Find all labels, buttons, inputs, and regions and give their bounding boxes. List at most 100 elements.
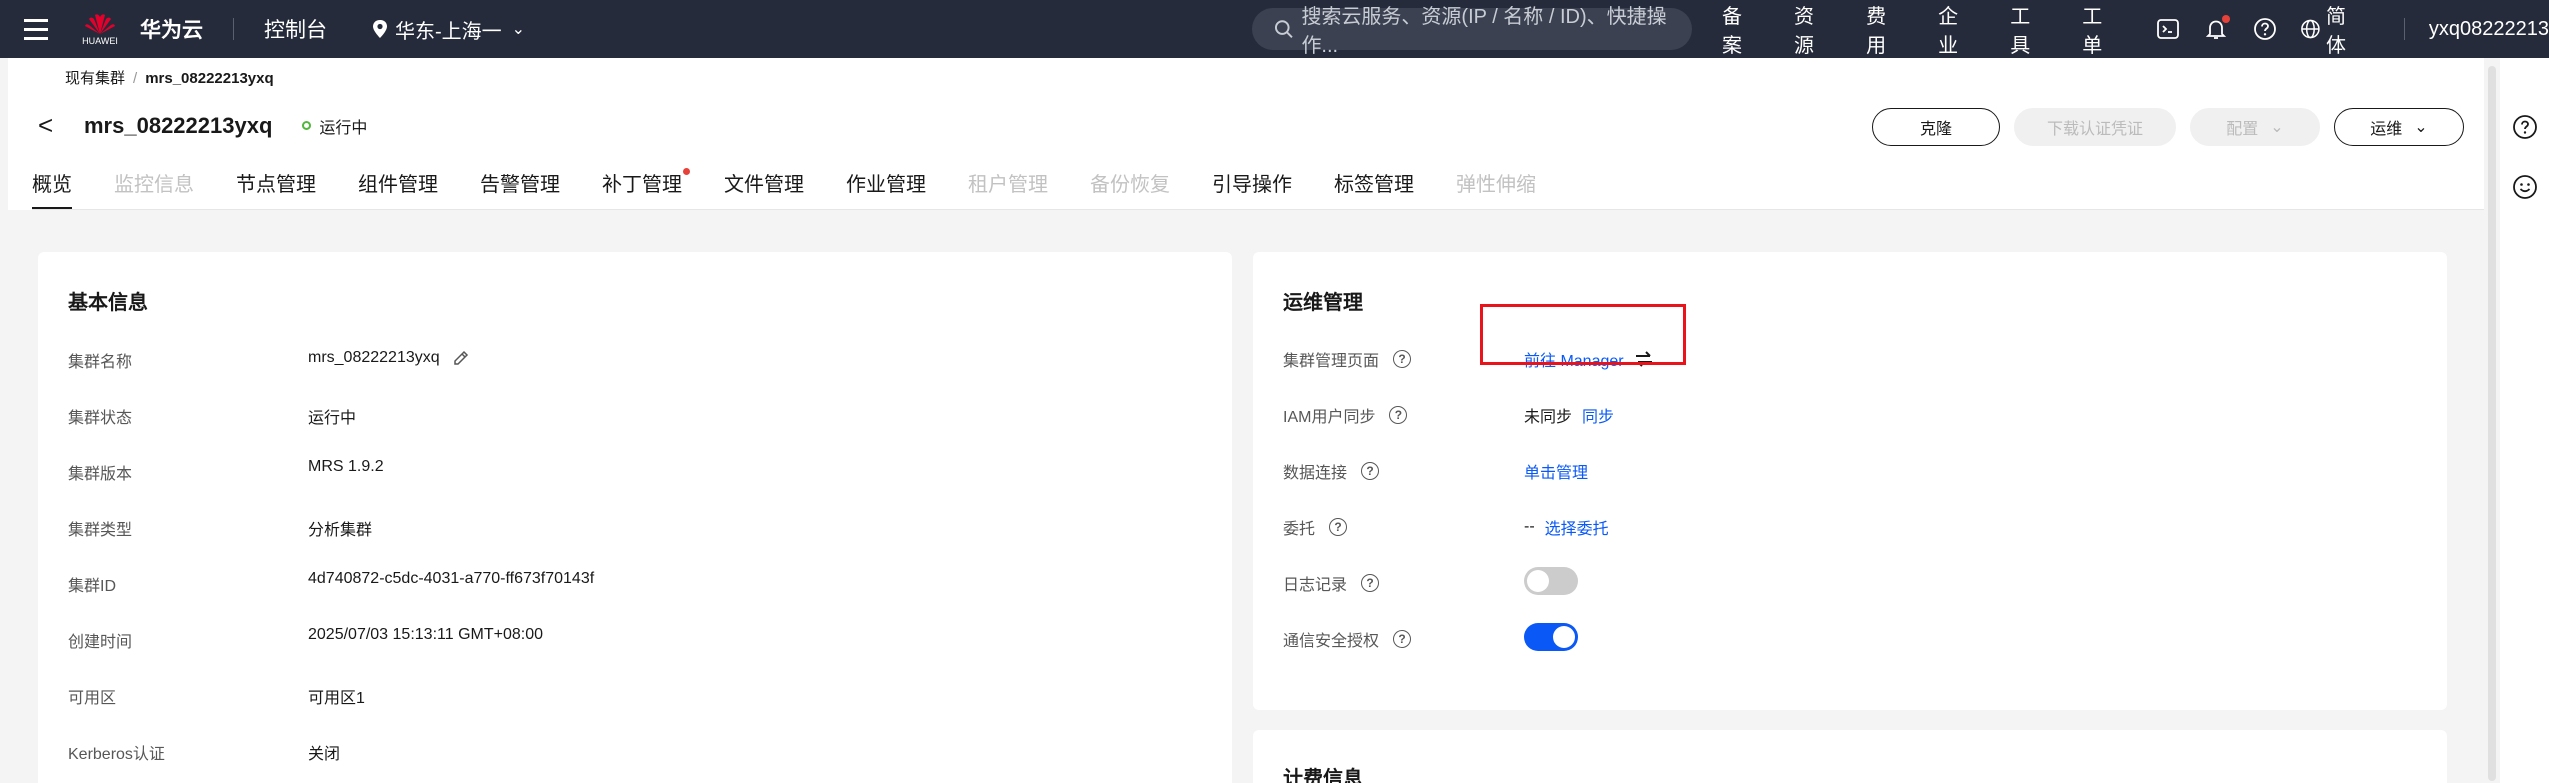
clone-label: 克隆: [1919, 121, 1952, 138]
menu-button[interactable]: [0, 0, 72, 58]
tab-bar: 概览 监控信息 节点管理 组件管理 告警管理 补丁管理 文件管理 作业管理 租户…: [32, 162, 1578, 210]
vertical-scrollbar[interactable]: [2484, 58, 2500, 783]
feedback-smiley-icon[interactable]: [2512, 174, 2538, 200]
top-nav-bar: HUAWEI 华为云 控制台 华东-上海一 ⌄ 搜索云服务、资源(IP / 名称…: [0, 0, 2549, 58]
huawei-logo[interactable]: HUAWEI 华为云: [80, 9, 203, 49]
iam-sync-link[interactable]: 同步: [1582, 403, 1614, 427]
help-icon[interactable]: ?: [1393, 630, 1412, 648]
tab-bootstrap[interactable]: 引导操作: [1212, 162, 1292, 210]
download-credential-button[interactable]: 下载认证凭证: [2014, 108, 2176, 146]
tab-files[interactable]: 文件管理: [724, 162, 804, 210]
cluster-version-value: MRS 1.9.2: [308, 458, 384, 475]
overview-content: 基本信息 集群名称 mrs_08222213yxq 集群状态 运行中 集群版本 …: [8, 210, 2484, 783]
tab-monitoring[interactable]: 监控信息: [114, 162, 194, 210]
nav-link-billing[interactable]: 费用: [1866, 0, 1904, 58]
tab-tenants[interactable]: 租户管理: [968, 162, 1048, 210]
nav-divider: [233, 18, 234, 40]
help-icon[interactable]: ?: [1393, 350, 1412, 368]
hamburger-icon: [24, 16, 48, 43]
select-delegate-link[interactable]: 选择委托: [1545, 515, 1609, 539]
nav-link-tickets[interactable]: 工单: [2082, 0, 2120, 58]
ops-label: 运维: [2370, 121, 2403, 138]
log-record-toggle[interactable]: [1524, 567, 1578, 595]
cluster-type-value: 分析集群: [308, 522, 373, 539]
ops-dropdown-button[interactable]: 运维 ⌄: [2334, 108, 2464, 146]
kerberos-label: Kerberos认证: [68, 746, 165, 763]
comm-security-label-text: 通信安全授权: [1283, 633, 1380, 650]
chevron-down-icon: ⌄: [2414, 119, 2428, 136]
region-name: 华东-上海一: [395, 20, 502, 43]
cluster-status-label: 集群状态: [68, 410, 133, 427]
nav-link-resources[interactable]: 资源: [1794, 0, 1832, 58]
iam-sync-label: IAM用户同步?: [1283, 403, 1408, 427]
created-time-label: 创建时间: [68, 634, 133, 651]
bell-icon[interactable]: [2203, 15, 2230, 43]
region-selector[interactable]: 华东-上海一 ⌄: [371, 15, 525, 44]
chevron-down-icon: ⌄: [511, 21, 526, 38]
terminal-icon[interactable]: [2154, 15, 2181, 43]
scrollbar-thumb[interactable]: [2488, 66, 2496, 781]
nav-link-enterprise[interactable]: 企业: [1938, 0, 1976, 58]
location-pin-icon: [373, 20, 387, 38]
tab-components[interactable]: 组件管理: [358, 162, 438, 210]
breadcrumb-existing-clusters[interactable]: 现有集群: [65, 70, 125, 87]
clone-button[interactable]: 克隆: [1872, 108, 2000, 146]
tab-patches-label: 补丁管理: [602, 174, 682, 196]
delegate-current: --: [1524, 518, 1535, 535]
cluster-type-label: 集群类型: [68, 522, 133, 539]
log-record-label-text: 日志记录: [1283, 577, 1348, 594]
tab-autoscaling[interactable]: 弹性伸缩: [1456, 162, 1536, 210]
breadcrumb-separator: /: [133, 70, 138, 87]
config-label: 配置: [2226, 121, 2259, 138]
billing-info-card: 计费信息: [1253, 730, 2447, 783]
back-arrow-icon[interactable]: <: [38, 110, 68, 141]
breadcrumb-current: mrs_08222213yxq: [145, 70, 274, 87]
iam-sync-status: 未同步: [1524, 409, 1573, 426]
tab-overview[interactable]: 概览: [32, 162, 72, 210]
ops-management-title: 运维管理: [1283, 292, 1363, 314]
comm-security-label: 通信安全授权?: [1283, 627, 1412, 651]
cluster-name-value: mrs_08222213yxq: [308, 349, 470, 367]
status-text: 运行中: [319, 119, 368, 137]
patch-notification-dot: [683, 168, 690, 175]
toggle-knob: [1527, 570, 1549, 592]
data-connection-label-text: 数据连接: [1283, 465, 1348, 482]
nav-link-filing[interactable]: 备案: [1722, 0, 1760, 58]
global-search-input[interactable]: 搜索云服务、资源(IP / 名称 / ID)、快捷操作...: [1252, 6, 1692, 57]
help-icon[interactable]: ?: [1389, 406, 1408, 424]
cluster-id-value: 4d740872-c5dc-4031-a770-ff673f70143f: [308, 570, 595, 587]
language-selector[interactable]: 简体: [2300, 0, 2364, 58]
search-placeholder: 搜索云服务、资源(IP / 名称 / ID)、快捷操作...: [1301, 6, 1667, 57]
cluster-name-label: 集群名称: [68, 354, 133, 371]
title-row: < mrs_08222213yxq 运行中: [38, 110, 367, 141]
edit-icon[interactable]: [452, 349, 470, 367]
iam-sync-value: 未同步 同步: [1524, 403, 1614, 427]
help-circle-icon[interactable]: [2512, 114, 2538, 140]
data-connection-manage-link[interactable]: 单击管理: [1524, 459, 1588, 483]
breadcrumb: 现有集群 / mrs_08222213yxq: [65, 67, 274, 88]
cluster-id-label: 集群ID: [68, 578, 117, 595]
console-link[interactable]: 控制台: [264, 14, 327, 44]
help-icon[interactable]: ?: [1361, 462, 1380, 480]
tab-jobs[interactable]: 作业管理: [846, 162, 926, 210]
nav-link-tools[interactable]: 工具: [2010, 0, 2048, 58]
config-dropdown-button[interactable]: 配置 ⌄: [2190, 108, 2320, 146]
iam-sync-label-text: IAM用户同步: [1283, 409, 1376, 426]
help-icon[interactable]: ?: [1329, 518, 1348, 536]
logo-subtext: HUAWEI: [82, 35, 118, 46]
tab-patches[interactable]: 补丁管理: [602, 162, 690, 210]
delegate-value: -- 选择委托: [1524, 515, 1609, 539]
language-label: 简体: [2326, 6, 2347, 57]
highlight-annotation-box: [1480, 304, 1686, 365]
comm-security-toggle[interactable]: [1524, 623, 1578, 651]
cluster-status-value: 运行中: [308, 410, 357, 427]
username-menu[interactable]: yxq08222213: [2429, 18, 2549, 41]
tab-backup[interactable]: 备份恢复: [1090, 162, 1170, 210]
tab-tags[interactable]: 标签管理: [1334, 162, 1414, 210]
basic-info-title: 基本信息: [68, 292, 148, 314]
help-icon[interactable]: ?: [1361, 574, 1380, 592]
page-title: mrs_08222213yxq: [84, 112, 273, 138]
tab-alarms[interactable]: 告警管理: [480, 162, 560, 210]
tab-nodes[interactable]: 节点管理: [236, 162, 316, 210]
help-circle-icon[interactable]: [2252, 15, 2279, 43]
